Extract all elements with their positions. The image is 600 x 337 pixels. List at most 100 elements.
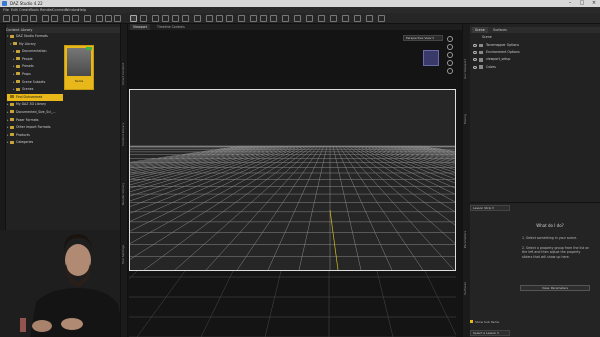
reset-view-icon[interactable] xyxy=(447,68,453,74)
tree-item[interactable]: ▸ Scenes xyxy=(7,86,63,94)
scene-item[interactable]: viewport_setup xyxy=(472,56,592,63)
scale-tool-icon[interactable] xyxy=(182,15,189,22)
vtab-render-library[interactable]: Render Library xyxy=(121,174,128,214)
zoom-icon[interactable] xyxy=(447,52,453,58)
render-library-icon[interactable] xyxy=(366,15,373,22)
right-vertical-tabs: Aux Viewport Posing Parameters Surfaces xyxy=(462,24,470,337)
lesson-select[interactable]: Lesson Strip ▾ xyxy=(470,205,510,211)
tree-item[interactable]: ▸ Poser Formats xyxy=(7,117,63,125)
orbit-icon[interactable] xyxy=(447,36,453,42)
tree-item[interactable]: ▸ Documentation xyxy=(7,48,63,56)
app-logo-icon xyxy=(2,1,7,6)
save-icon[interactable] xyxy=(21,15,28,22)
lesson-step-1: 1. Select something in your scene. xyxy=(522,236,578,240)
render-icon[interactable] xyxy=(72,15,79,22)
render-settings-icon[interactable] xyxy=(63,15,70,22)
left-vertical-tabs: Smart Content Content Library Render Lib… xyxy=(120,24,128,337)
maximize-button[interactable]: □ xyxy=(576,0,588,7)
close-button[interactable]: × xyxy=(588,0,600,7)
geometry-editor-icon[interactable] xyxy=(250,15,257,22)
transform-icon[interactable] xyxy=(260,15,267,22)
vtab-aux[interactable]: Aux Viewport xyxy=(463,54,470,84)
redo-icon[interactable] xyxy=(51,15,58,22)
spot-render-icon[interactable] xyxy=(282,15,289,22)
visibility-icon[interactable] xyxy=(473,44,477,47)
new-scene-icon[interactable] xyxy=(3,15,10,22)
title-bar: DAZ Studio 4.22 – □ × xyxy=(0,0,600,7)
export-icon[interactable] xyxy=(342,15,349,22)
tools-settings-icon[interactable] xyxy=(318,15,325,22)
tree-item[interactable]: ▸ Props xyxy=(7,71,63,79)
save-as-icon[interactable] xyxy=(30,15,37,22)
tree-item[interactable]: ▾ DAZ Studio Formats xyxy=(7,33,63,41)
scene-tabs: Scene Surfaces xyxy=(470,27,600,33)
pane-divider[interactable] xyxy=(470,202,600,203)
open-icon[interactable] xyxy=(12,15,19,22)
vtab-tool-settings[interactable]: Tool Settings xyxy=(121,234,128,274)
view-select-dropdown[interactable]: Perspective View ▾ xyxy=(403,35,443,41)
vtab-surfaces[interactable]: Surfaces xyxy=(463,274,470,304)
visibility-icon[interactable] xyxy=(473,65,477,69)
undo-icon[interactable] xyxy=(42,15,49,22)
show-sub-items-checkbox[interactable]: Show Sub Items xyxy=(470,320,499,324)
active-pose-icon[interactable] xyxy=(206,15,213,22)
dforce-icon[interactable] xyxy=(354,15,361,22)
tab-viewport[interactable]: Viewport xyxy=(130,24,151,30)
pin-icon[interactable] xyxy=(270,15,277,22)
light-icon[interactable] xyxy=(114,15,121,22)
gizmo-icon[interactable] xyxy=(306,15,313,22)
layout-icon[interactable] xyxy=(378,15,385,22)
universal-tool-icon[interactable] xyxy=(152,15,159,22)
visibility-icon[interactable] xyxy=(473,58,477,62)
navigation-cube[interactable] xyxy=(423,50,439,66)
rotate-tool-icon[interactable] xyxy=(162,15,169,22)
scene-item[interactable]: Cubes xyxy=(472,64,592,71)
render-frame[interactable] xyxy=(129,89,456,271)
minimize-button[interactable]: – xyxy=(564,0,576,7)
surface-selection-icon[interactable] xyxy=(238,15,245,22)
visibility-icon[interactable] xyxy=(473,51,477,55)
tree-item[interactable]: ▸ My DAZ 3D Library xyxy=(7,101,63,109)
tree-item[interactable]: ▸ Presets xyxy=(7,63,63,71)
scene-item[interactable]: Environment Options xyxy=(472,49,592,56)
camera-icon[interactable] xyxy=(105,15,112,22)
iray-preview-icon[interactable] xyxy=(84,15,91,22)
view-icon[interactable] xyxy=(330,15,337,22)
joint-editor-icon[interactable] xyxy=(216,15,223,22)
node-selection-icon[interactable] xyxy=(140,15,147,22)
view-parameters-button[interactable]: View: Parameters xyxy=(520,285,590,291)
thumbnail-image xyxy=(67,48,91,76)
vtab-content-library[interactable]: Content Library xyxy=(121,114,128,154)
ground-grid-lower xyxy=(129,271,456,337)
content-thumbnail[interactable]: Items xyxy=(64,45,94,90)
vtab-posing[interactable]: Posing xyxy=(463,104,470,134)
viewport-tabs: Viewport Timeline Controls xyxy=(128,24,462,30)
lesson-title: What do I do? xyxy=(536,223,564,228)
tab-timeline-controls[interactable]: Timeline Controls xyxy=(154,24,188,30)
vtab-smart-content[interactable]: Smart Content xyxy=(121,54,128,94)
scene-item[interactable]: Tonemapper Options xyxy=(472,42,592,49)
vtab-parameters[interactable]: Parameters xyxy=(463,224,470,254)
brush-icon[interactable] xyxy=(294,15,301,22)
region-nav-icon[interactable] xyxy=(226,15,233,22)
lesson-footer-select[interactable]: Select a Lesson ▾ xyxy=(470,330,510,336)
translate-tool-icon[interactable] xyxy=(172,15,179,22)
tree-item-selected[interactable]: Find Duhummed xyxy=(7,93,63,102)
move-tool-icon[interactable] xyxy=(194,15,201,22)
frame-icon[interactable] xyxy=(447,60,453,66)
grid-icon[interactable] xyxy=(96,15,103,22)
tree-item[interactable]: ▸ Scene Subsets xyxy=(7,79,63,87)
tree-item[interactable]: ▸ Other Import Formats xyxy=(7,124,63,132)
tree-item[interactable]: ▾ My Library xyxy=(7,41,63,49)
selection-tool-icon[interactable] xyxy=(130,15,137,22)
tab-scene[interactable]: Scene xyxy=(472,27,488,33)
tree-item[interactable]: ▸ Categories xyxy=(7,139,63,147)
tree-item[interactable]: ▸ Documented_Size_Sci_... xyxy=(7,109,63,117)
tree-item[interactable]: ▸ People xyxy=(7,56,63,64)
lesson-step-2: 2. Select a property group from the list… xyxy=(522,246,590,259)
tab-surfaces[interactable]: Surfaces xyxy=(490,27,510,33)
new-badge xyxy=(86,47,92,50)
pan-icon[interactable] xyxy=(447,44,453,50)
scene-root-label: Scene xyxy=(482,35,492,39)
tree-item[interactable]: ▸ Products xyxy=(7,132,63,140)
